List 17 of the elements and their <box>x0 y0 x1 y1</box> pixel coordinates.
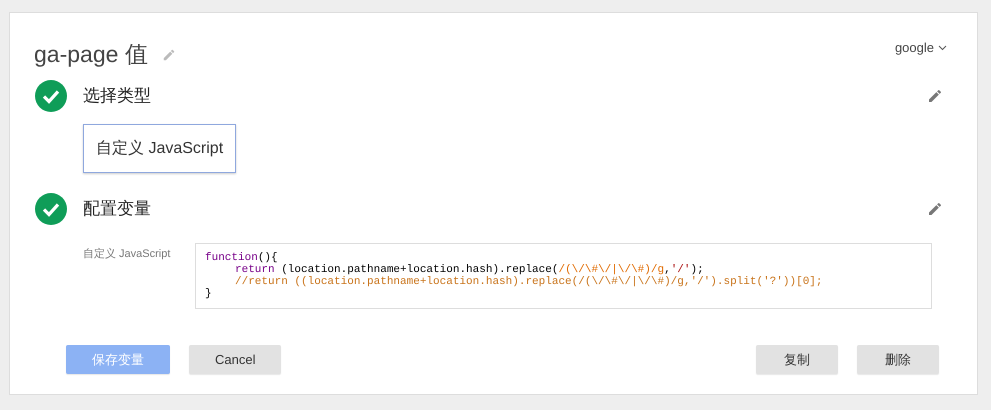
code-line: //return ((location.pathname+location.hash).replace(/(\/\#\/|\/\#)/g,'/').split('?'))[0]; <box>234 276 822 288</box>
code-editor[interactable]: function(){ return (location.pathname+location.hash).replace(/(\/\#\/|\/\#)/g,'/'); //return ((location.pathname+location.hash).replace(/(\/\#\/|\/\#)/g,'/').split('?'))[0]; } <box>195 243 932 309</box>
chevron-down-icon <box>938 44 947 50</box>
action-button[interactable]: 删除 <box>857 345 939 374</box>
workspace-dropdown[interactable]: google <box>894 40 947 55</box>
code-line: } <box>205 288 212 300</box>
step-title: 选择类型 <box>83 85 152 107</box>
variable-type-tile[interactable]: 自定义 JavaScript <box>83 124 236 173</box>
action-button[interactable]: Cancel <box>189 345 282 374</box>
step-title: 配置变量 <box>83 198 152 220</box>
code-line: function(){ <box>205 252 278 264</box>
action-button[interactable]: 复制 <box>756 345 838 374</box>
variable-title: ga-page 值 <box>34 40 148 69</box>
code-line: return (location.pathname+location.hash).replace(/(\/\#\/|\/\#)/g,'/'); <box>234 264 704 276</box>
edit-icon[interactable] <box>927 201 943 217</box>
field-label: 自定义 JavaScript <box>83 246 172 262</box>
edit-icon[interactable] <box>927 88 943 104</box>
